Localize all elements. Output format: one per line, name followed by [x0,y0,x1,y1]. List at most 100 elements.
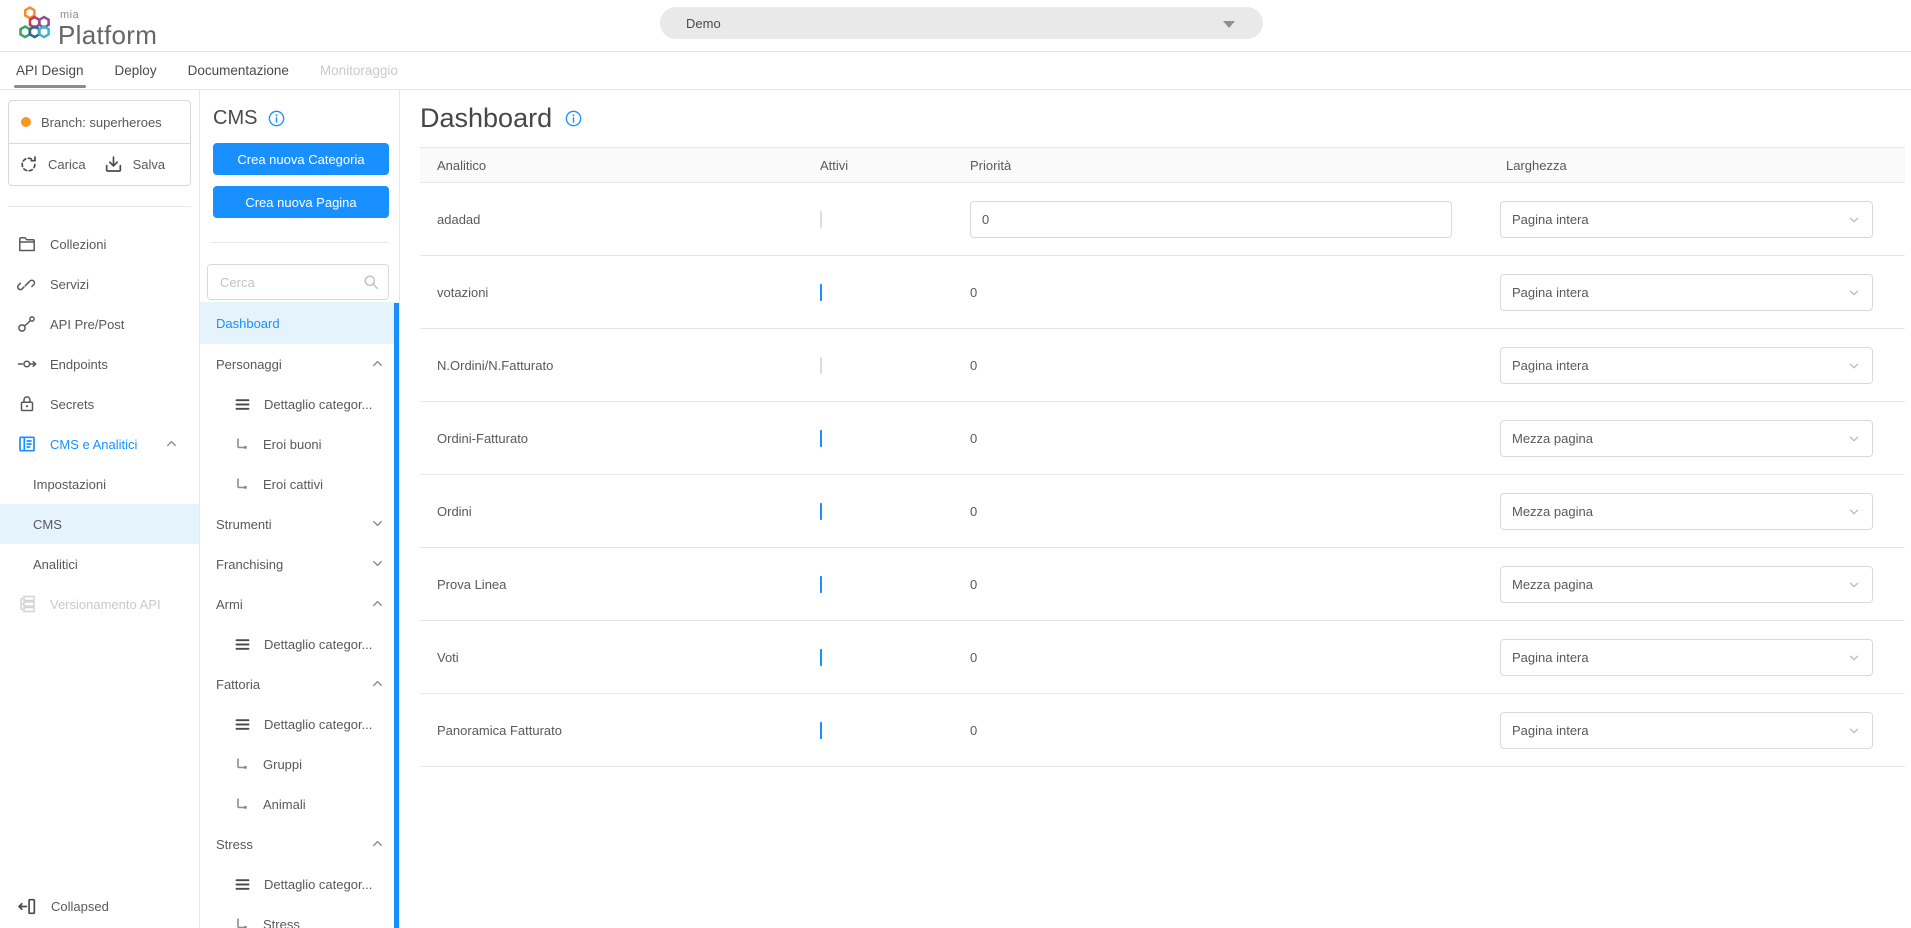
tree-child-personaggi-eroi-buoni[interactable]: Eroi buoni [200,424,399,464]
save-button[interactable]: Salva [103,154,166,175]
top-bar: mia Platform Demo [0,0,1911,52]
logo-platform-text: Platform [58,20,158,50]
select-chevron-icon [1847,286,1861,300]
sidebar-item-cms[interactable]: CMS [0,504,199,544]
tree-child-fattoria-gruppi[interactable]: Gruppi [200,744,399,784]
tree-item-armi[interactable]: Armi [200,584,399,624]
sidebar-item-label: CMS [33,516,62,532]
width-cell: Mezza pagina [1500,419,1905,457]
active-cell [820,210,970,228]
active-checkbox[interactable] [820,429,822,447]
sidebar-item-api-pre-post[interactable]: API Pre/Post [0,304,199,344]
branch-widget: Branch: superheroes Carica Salva [8,100,191,186]
sidebar-item-servizi[interactable]: Servizi [0,264,199,304]
tree-scrollbar[interactable] [394,303,399,928]
branch-label: Branch: superheroes [41,114,162,130]
active-checkbox[interactable] [820,210,822,228]
tab-label: API Design [16,63,84,78]
tree-item-strumenti[interactable]: Strumenti [200,504,399,544]
sidebar-item-collezioni[interactable]: Collezioni [0,224,199,264]
width-select[interactable]: Mezza pagina [1500,419,1873,457]
analytic-name: adadad [437,211,481,227]
width-select[interactable]: Mezza pagina [1500,492,1873,530]
tree-item-label: Stress [263,916,300,928]
width-select[interactable]: Pagina intera [1500,200,1873,238]
sidebar-item-cms-e-analitici[interactable]: CMS e Analitici [0,424,199,464]
sidebar-item-label: Endpoints [50,356,108,372]
analytic-name: Panoramica Fatturato [437,722,563,738]
collapse-icon [17,896,38,917]
tab-monitoraggio[interactable]: Monitoraggio [320,52,398,89]
tree-item-label: Eroi buoni [263,436,322,452]
priority-value: 0 [970,284,978,300]
menu-icon [234,636,251,653]
tab-documentazione[interactable]: Documentazione [188,52,289,89]
tree-child-personaggi-dettaglio-categor[interactable]: Dettaglio categor... [200,384,399,424]
tab-deploy[interactable]: Deploy [115,52,157,89]
width-select[interactable]: Pagina intera [1500,638,1873,676]
width-select[interactable]: Pagina intera [1500,273,1873,311]
sidebar-item-label: Servizi [50,276,90,292]
width-select[interactable]: Mezza pagina [1500,565,1873,603]
tree-item-label: Dettaglio categor... [264,636,373,652]
tree-item-franchising[interactable]: Franchising [200,544,399,584]
active-checkbox[interactable] [820,502,822,520]
sidebar-item-endpoints[interactable]: Endpoints [0,344,199,384]
tree-item-dashboard[interactable]: Dashboard [200,302,399,344]
tree-item-fattoria[interactable]: Fattoria [200,664,399,704]
create-category-button[interactable]: Crea nuova Categoria [213,143,389,175]
tab-api-design[interactable]: API Design [14,52,86,89]
sidebar-item-analitici[interactable]: Analitici [0,544,199,584]
tree-item-label: Dettaglio categor... [264,716,373,732]
mia-platform-logo: mia Platform [14,4,157,48]
menu-icon [234,396,251,413]
active-checkbox[interactable] [820,575,822,593]
tree-item-stress[interactable]: Stress [200,824,399,864]
project-selector[interactable]: Demo [660,7,1263,39]
tree-child-stress-dettaglio-categor[interactable]: Dettaglio categor... [200,864,399,904]
tree-child-stress-stress[interactable]: Stress [200,904,399,928]
width-select-value: Mezza pagina [1512,576,1593,592]
menu-icon [234,876,251,893]
width-cell: Mezza pagina [1500,565,1905,603]
sidebar-item-secrets[interactable]: Secrets [0,384,199,424]
create-page-button[interactable]: Crea nuova Pagina [213,186,389,218]
load-button-label: Carica [48,157,86,172]
tree-item-label: Personaggi [216,356,282,372]
tree-child-armi-dettaglio-categor[interactable]: Dettaglio categor... [200,624,399,664]
table-row-prova-linea: Prova Linea 0 Mezza pagina [420,548,1905,621]
active-cell [820,648,970,666]
tree-item-label: Stress [216,836,253,852]
search-icon [363,274,379,290]
collapse-sidebar-button[interactable]: Collapsed [0,884,198,928]
branch-selector[interactable]: Branch: superheroes [9,101,190,143]
width-cell: Pagina intera [1500,711,1905,749]
tree-child-personaggi-eroi-cattivi[interactable]: Eroi cattivi [200,464,399,504]
sidebar-item-label: CMS e Analitici [50,436,138,452]
active-checkbox[interactable] [820,721,822,739]
tree-child-fattoria-dettaglio-categor[interactable]: Dettaglio categor... [200,704,399,744]
select-chevron-icon [1847,432,1861,446]
tree-child-fattoria-animali[interactable]: Animali [200,784,399,824]
endpoint-icon [17,354,37,374]
info-icon[interactable] [268,110,285,127]
collapse-label: Collapsed [51,898,109,914]
width-select[interactable]: Pagina intera [1500,711,1873,749]
active-checkbox[interactable] [820,648,822,666]
active-cell [820,575,970,593]
cms-panel-divider [210,242,389,243]
info-icon[interactable] [565,110,582,127]
cms-panel: CMS Crea nuova Categoria Crea nuova Pagi… [200,90,400,928]
save-button-label: Salva [132,157,166,172]
sidebar-item-impostazioni[interactable]: Impostazioni [0,464,199,504]
width-select[interactable]: Pagina intera [1500,346,1873,384]
chevron-up-icon [370,596,385,611]
priority-input[interactable] [970,200,1452,238]
load-button[interactable]: Carica [18,154,86,175]
search-input[interactable] [207,264,389,300]
page-header: Dashboard [420,90,1905,134]
tab-label: Deploy [114,63,157,78]
tree-item-personaggi[interactable]: Personaggi [200,344,399,384]
active-checkbox[interactable] [820,356,822,374]
active-checkbox[interactable] [820,283,822,301]
